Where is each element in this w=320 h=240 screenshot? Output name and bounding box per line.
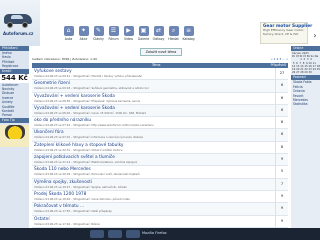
topic-count: 9 [275, 154, 288, 166]
toolbar-label: Video [124, 37, 133, 41]
topic-meta: Vloženo 03.06.23 ve 22:31 – Strojpatrnač… [34, 147, 123, 152]
toolbar-icon: ☰ [108, 26, 119, 36]
table-row[interactable]: Vyvažování + vedení karoserie Škoda Vlože… [32, 92, 288, 105]
toolbar-item-8[interactable]: ≡ Katalog [182, 26, 195, 46]
topic-meta: Vloženo 03.06.23 ve 21:12 – Strojpatrnač… [34, 160, 138, 165]
toolbar-label: Akce [79, 37, 88, 41]
toolbar-item-1[interactable]: ✦ Akce [77, 26, 90, 46]
main-toolbar: ⌂ Auta ✦ Akce ✎ Články ☰ Fórum ▶ Video ▣ Galer… [62, 26, 197, 46]
toolbar-item-7[interactable]: ⌕ Hledat [167, 26, 180, 46]
topic-meta: Vloženo 04.06.23 ve 09:41 – Strojpatrnač… [34, 74, 143, 78]
ad-subtitle: High Efficiency Gear motor, factory dire… [263, 28, 305, 36]
taskbar: Mozilla Firefox [0, 228, 320, 240]
topic-meta: Vloženo 03.06.23 ve 19:27 – Strojpatrnač… [34, 184, 127, 189]
toolbar-icon: ✦ [78, 26, 89, 36]
table-row[interactable]: Vyvažování + vedení karoserie Škoda Vlože… [32, 104, 288, 118]
ad-banner[interactable]: Gear motor Supplier High Efficiency Gear… [260, 22, 312, 44]
logo-text: Autoforum.cz [3, 31, 34, 36]
taskbar-app-icon[interactable] [126, 230, 140, 238]
topic-count: 8 [275, 117, 288, 129]
topic-meta: Vloženo 04.06.23 ve 09:18 – Strojpatrnač… [34, 86, 149, 91]
toolbar-icon: ≡ [183, 26, 194, 36]
site-header: Autoforum.cz ⌂ Auta ✦ Akce ✎ Články ☰ Fórum … [0, 0, 320, 46]
topic-meta: Vloženo 03.06.23 ve 18:40 – Strojpatrnač… [34, 196, 131, 201]
toolbar-item-2[interactable]: ✎ Články [92, 26, 105, 46]
toolbar-item-4[interactable]: ▶ Video [122, 26, 135, 46]
toolbar-icon: ▶ [123, 26, 134, 36]
topic-count-info: Celkem zobrazeno: 3096 | Zobrazeno: 1-40 [32, 57, 97, 61]
toolbar-label: Galerie [137, 37, 150, 41]
yellow-car-image [4, 124, 25, 139]
wheel-icon [22, 22, 28, 28]
table-row[interactable]: Škoda 110 nebo Mercedes Vloženo 03.06.23 … [32, 166, 288, 179]
taskbar-app-icon[interactable] [90, 230, 104, 238]
table-row[interactable]: Zateplení klikové hlavy a stopové tabulk… [32, 141, 288, 155]
topic-list: Vyfukove sestavy Vloženo 04.06.23 ve 09:4… [32, 68, 288, 228]
credit-value: 544 Kč [0, 73, 29, 83]
toolbar-item-0[interactable]: ⌂ Auta [62, 26, 75, 46]
toolbar-label: Hledat [168, 37, 179, 41]
car-window [11, 15, 23, 19]
pagination[interactable]: « 1 2 3 … » [271, 57, 288, 61]
table-row[interactable]: Ukončení fóra Vloženo 04.06.23 ve 07:10 –… [32, 129, 288, 142]
topic-count: 9 [275, 190, 288, 203]
table-row[interactable]: Výměna spojky, zkušenosti Vloženo 03.06.2… [32, 178, 288, 191]
toolbar-label: Odkazy [152, 37, 165, 41]
toolbar-icon: ▣ [138, 26, 149, 36]
taskbar-app-icon[interactable] [108, 230, 122, 238]
topic-meta: Vloženo 03.06.23 ve 20:04 – Strojpatrnač… [34, 172, 140, 177]
toolbar-icon: ✎ [93, 26, 104, 36]
topic-count: 6 [275, 92, 288, 104]
right-sidebar: Online Červen 2023 Po Út St Čt Pá So Ne … [291, 46, 320, 240]
topic-count: 6 [275, 129, 288, 141]
wheel-icon [7, 22, 13, 28]
topic-count: 7 [275, 178, 288, 190]
toolbar-item-5[interactable]: ▣ Galerie [137, 26, 150, 46]
table-row[interactable]: oko do předního nárazníku Vloženo 04.06.2… [32, 117, 288, 130]
table-row[interactable]: zapojení potkávacích světel a tlumiče Vlo… [32, 154, 288, 167]
taskbar-label: Mozilla Firefox [142, 231, 167, 235]
topic-meta: Vloženo 03.06.23 ve 17:55 – Strojpatrnač… [34, 209, 112, 214]
toolbar-label: Katalog [182, 37, 195, 41]
toolbar-item-3[interactable]: ☰ Fórum [107, 26, 120, 46]
topic-count: 6 [275, 80, 288, 92]
topic-meta: Vloženo 03.06.23 ve 17:02 – Strojpatrnač… [34, 221, 100, 226]
topic-count: 9 [275, 215, 288, 227]
sidebar-heading: Foto Tip [0, 117, 29, 123]
site-logo[interactable]: Autoforum.cz [0, 0, 40, 46]
new-topic-button[interactable]: Založit nové téma [140, 48, 182, 56]
table-row[interactable]: Prodej Škoda 1200 1978 Vloženo 03.06.23 v… [32, 190, 288, 204]
topic-count: 9 [275, 203, 288, 215]
sidebar-item[interactable]: Statistika [291, 102, 320, 106]
topic-count: 27 [275, 68, 288, 80]
topic-count: 5 [275, 166, 288, 178]
topic-meta: Vloženo 04.06.23 ve 07:44 – Strojpatrnač… [34, 123, 154, 128]
topic-meta: Vloženo 04.06.23 ve 08:20 – Strojpatrnač… [34, 110, 146, 115]
table-row[interactable]: Vyfukove sestavy Vloženo 04.06.23 ve 09:4… [32, 68, 288, 81]
screen: Autoforum.cz ⌂ Auta ✦ Akce ✎ Články ☰ Fórum … [0, 0, 320, 240]
topic-meta: Vloženo 04.06.23 ve 08:55 – Strojpatrnač… [34, 98, 141, 103]
chevron-right-icon[interactable]: › [310, 30, 320, 42]
topic-meta: Vloženo 04.06.23 ve 07:10 – Strojpatrnač… [34, 135, 143, 140]
table-row[interactable]: Ostatní Vloženo 03.06.23 ve 17:02 – Stroj… [32, 215, 288, 228]
toolbar-label: Články [93, 37, 104, 41]
forum-main: Založit nové téma Celkem zobrazeno: 3096… [30, 46, 290, 240]
topic-count: 8 [275, 141, 288, 154]
toolbar-icon: ⌕ [168, 26, 179, 36]
toolbar-label: Auta [64, 37, 73, 41]
topic-count: 6 [275, 104, 288, 117]
toolbar-icon: ⇄ [153, 26, 164, 36]
calendar[interactable]: Červen 2023 Po Út St Čt Pá So Ne 1 2 3 4… [291, 51, 320, 75]
photo-tip-box[interactable] [0, 124, 29, 147]
left-sidebar: Přihlášení Jméno Heslo Přihlásit Registr… [0, 46, 29, 240]
toolbar-item-6[interactable]: ⇄ Odkazy [152, 26, 165, 46]
table-row[interactable]: Pokračovat v tématu ... Vloženo 03.06.23 … [32, 203, 288, 216]
table-row[interactable]: Geometrie řízení Vloženo 04.06.23 ve 09:1… [32, 80, 288, 93]
toolbar-icon: ⌂ [63, 26, 74, 36]
toolbar-label: Fórum [108, 37, 119, 41]
